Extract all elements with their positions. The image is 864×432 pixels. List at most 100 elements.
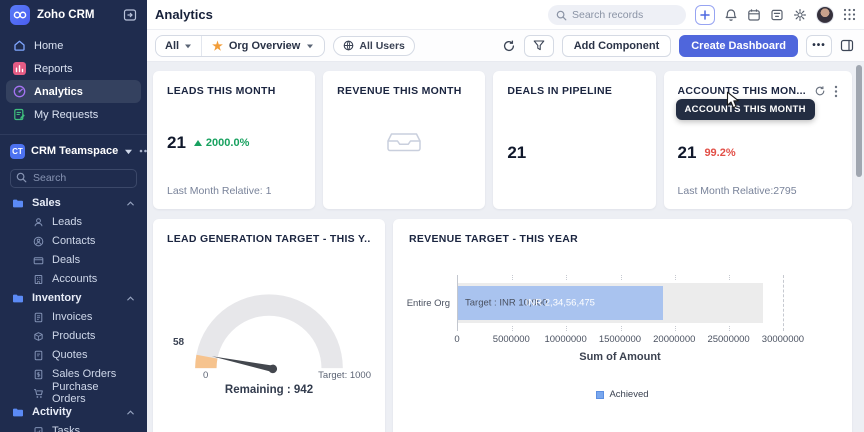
gauge-needle: [211, 353, 278, 373]
apps-grid-button[interactable]: [843, 8, 856, 21]
item-label: Accounts: [52, 273, 97, 285]
card-kebab-icon[interactable]: [834, 85, 838, 98]
refresh-button[interactable]: [502, 39, 516, 53]
scope-label: All: [165, 40, 179, 52]
tick: [675, 275, 676, 280]
sidebar-search-input[interactable]: [10, 169, 137, 188]
more-actions-button[interactable]: •••: [806, 35, 832, 57]
notifications-button[interactable]: [724, 8, 738, 22]
sidebar-item-deals[interactable]: Deals: [0, 251, 147, 270]
chevron-down-icon: [184, 43, 192, 49]
gauge-card-title: LEAD GENERATION TARGET - THIS Y...: [167, 233, 371, 245]
sidebar-item-reports[interactable]: Reports: [6, 57, 141, 80]
gauge-card-lead-generation-target[interactable]: LEAD GENERATION TARGET - THIS Y... 58 0: [153, 219, 385, 432]
add-component-button[interactable]: Add Component: [562, 35, 672, 57]
kpi-card-leads-this-month[interactable]: LEADS THIS MONTH 21 2000.0% Last Month R…: [153, 71, 315, 209]
scrollbar-thumb[interactable]: [856, 65, 862, 177]
dashboard-dropdown[interactable]: ★ Org Overview: [202, 36, 324, 56]
card-refresh-icon[interactable]: [814, 85, 826, 97]
empty-inbox-icon: [386, 129, 422, 153]
filter-funnel-icon: [533, 40, 545, 51]
bar-card-revenue-target[interactable]: REVENUE TARGET - THIS YEAR Entire Org: [393, 219, 852, 432]
section-label: Sales: [32, 197, 61, 209]
toolbar-actions: Add Component Create Dashboard •••: [502, 35, 854, 57]
folder-icon: [12, 407, 24, 418]
bar-chart: Entire Org: [409, 275, 836, 331]
apps-grid-icon: [843, 8, 856, 21]
delta-up-icon: [194, 140, 202, 146]
charts-row: LEAD GENERATION TARGET - THIS Y... 58 0: [153, 219, 852, 432]
collapse-sidebar-icon[interactable]: [123, 8, 137, 22]
all-users-chip[interactable]: All Users: [333, 36, 415, 56]
teamspace-more-icon[interactable]: [139, 149, 147, 153]
globe-icon: [343, 40, 354, 51]
kpi-title: ACCOUNTS THIS MON...: [678, 85, 807, 97]
bar-category-label: Entire Org: [409, 275, 457, 331]
marketplace-button[interactable]: [770, 8, 784, 22]
calendar-button[interactable]: [747, 8, 761, 22]
bar-card-title: REVENUE TARGET - THIS YEAR: [409, 233, 836, 245]
settings-button[interactable]: [793, 8, 807, 22]
zoho-crm-app: Zoho CRM Home Reports Analytics My Reque…: [0, 0, 864, 432]
infinity-icon: [12, 9, 28, 21]
quick-create-button[interactable]: [695, 5, 715, 25]
sidebar-item-quotes[interactable]: Quotes: [0, 346, 147, 365]
x-tick-label: 15000000: [599, 334, 641, 345]
search-icon: [16, 172, 27, 183]
accounts-icon: [33, 274, 44, 285]
teamspace-switcher[interactable]: CT CRM Teamspace: [0, 139, 147, 163]
reports-icon: [13, 62, 26, 75]
sidebar-item-my-requests[interactable]: My Requests: [6, 103, 141, 126]
gear-icon: [793, 8, 807, 22]
section-activity[interactable]: Activity: [0, 403, 147, 422]
sidebar-item-purchase-orders[interactable]: Purchase Orders: [0, 384, 147, 403]
kpi-value: 21: [678, 143, 697, 163]
create-dashboard-button[interactable]: Create Dashboard: [679, 35, 798, 57]
sidebar-item-analytics[interactable]: Analytics: [6, 80, 141, 103]
sidebar-item-leads[interactable]: Leads: [0, 213, 147, 232]
tick: [566, 275, 567, 280]
item-label: Leads: [52, 216, 82, 228]
section-inventory[interactable]: Inventory: [0, 289, 147, 308]
chevron-up-icon: [126, 200, 135, 207]
kpi-card-accounts-this-month[interactable]: ACCOUNTS THIS MON... ACCOUNTS THIS MONTH…: [664, 71, 853, 209]
tasks-icon: [33, 426, 44, 432]
card-title-tooltip: ACCOUNTS THIS MONTH: [676, 99, 815, 120]
refresh-icon: [502, 39, 516, 53]
teamspace-badge: CT: [10, 144, 25, 159]
nav-label: Home: [34, 40, 63, 52]
filter-button[interactable]: [524, 35, 554, 57]
legend-swatch-achieved: [596, 391, 604, 399]
item-label: Deals: [52, 254, 80, 266]
favorite-star-icon[interactable]: ★: [212, 40, 223, 52]
nav-label: My Requests: [34, 109, 98, 121]
avatar[interactable]: [816, 6, 834, 24]
item-label: Purchase Orders: [52, 381, 135, 405]
kpi-card-deals-in-pipeline[interactable]: DEALS IN PIPELINE 21: [493, 71, 655, 209]
side-panel-button[interactable]: [840, 39, 854, 52]
zoho-crm-logo[interactable]: [10, 5, 30, 25]
sidebar-item-invoices[interactable]: Invoices: [0, 308, 147, 327]
marketplace-icon: [770, 8, 784, 22]
calendar-icon: [747, 8, 761, 22]
nav-label: Analytics: [34, 86, 83, 98]
scope-dropdown[interactable]: All: [156, 36, 202, 56]
sidebar-item-contacts[interactable]: Contacts: [0, 232, 147, 251]
quotes-icon: [33, 350, 44, 361]
vertical-scrollbar[interactable]: [855, 63, 863, 432]
plus-icon: [700, 10, 710, 20]
tick: [675, 326, 676, 331]
item-label: Quotes: [52, 349, 87, 361]
achieved-bar[interactable]: Target : INR 10,000 INR 2,34,56,475: [458, 286, 663, 320]
sidebar-item-products[interactable]: Products: [0, 327, 147, 346]
x-axis-ticks: 0 5000000 10000000 15000000 20000000 250…: [457, 334, 836, 347]
brand-name: Zoho CRM: [37, 9, 116, 21]
section-sales[interactable]: Sales: [0, 194, 147, 213]
x-tick-label: 30000000: [762, 334, 804, 345]
teamspace-name: CRM Teamspace: [31, 145, 118, 157]
kpi-card-revenue-this-month[interactable]: REVENUE THIS MONTH: [323, 71, 485, 209]
sidebar-item-tasks[interactable]: Tasks: [0, 422, 147, 432]
sidebar-item-accounts[interactable]: Accounts: [0, 270, 147, 289]
global-search-input[interactable]: [548, 5, 686, 25]
sidebar-item-home[interactable]: Home: [6, 34, 141, 57]
